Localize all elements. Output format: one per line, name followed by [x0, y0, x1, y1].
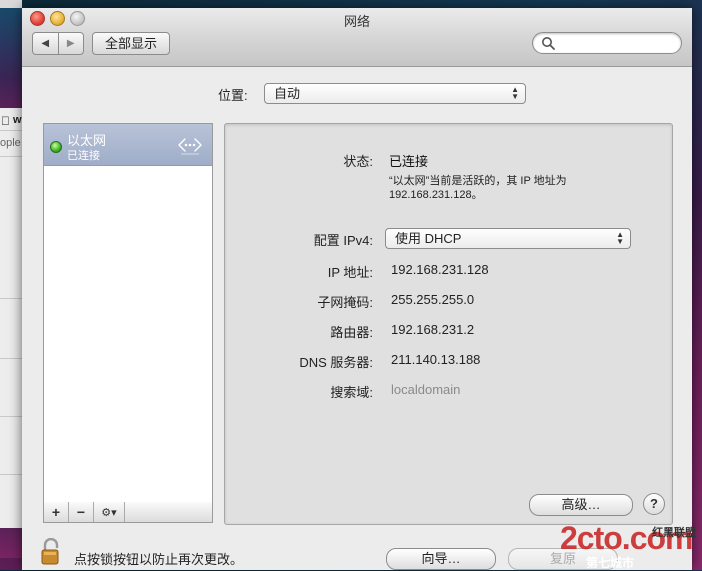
search-field[interactable]	[532, 32, 682, 54]
back-button[interactable]: ◀	[33, 33, 58, 54]
gear-icon: ⚙▾	[101, 506, 117, 519]
status-label: 状态:	[343, 154, 373, 169]
background-row:  w	[1, 114, 22, 128]
network-preferences-window: 网络 ◀ ▶ 全部显示 位置: 自动 ▲ ▼ 以太网 已连接 + − ⚙▾ 状态…	[22, 8, 692, 570]
subnet-mask-value: 255.255.255.0	[391, 292, 475, 307]
background-divider	[0, 298, 22, 299]
status-indicator-icon	[50, 141, 62, 153]
ethernet-icon	[178, 138, 202, 155]
updown-arrows-icon: ▲ ▼	[616, 230, 624, 246]
background-divider	[0, 130, 22, 131]
location-value: 自动	[274, 86, 301, 101]
updown-arrows-icon: ▲ ▼	[511, 85, 519, 101]
configure-ipv4-select[interactable]: 使用 DHCP ▲ ▼	[385, 228, 631, 249]
search-icon	[542, 37, 555, 50]
status-description: “以太网”当前是活跃的，其 IP 地址为 192.168.231.128。	[389, 175, 567, 201]
help-button[interactable]: ?	[643, 493, 665, 515]
service-list[interactable]: 以太网 已连接	[43, 123, 213, 504]
window-title: 网络	[343, 14, 370, 29]
background-window-body	[0, 108, 23, 528]
background-window:  w ople	[0, 0, 23, 570]
router-label: 路由器:	[330, 325, 373, 340]
service-item-ethernet[interactable]: 以太网 已连接	[44, 124, 212, 166]
search-domain-label: 搜索域:	[330, 385, 373, 400]
lock-message: 点按锁按钮以防止再次更改。	[74, 552, 244, 567]
background-desktop	[0, 8, 22, 108]
status-value: 已连接	[389, 154, 429, 169]
lock-icon[interactable]	[40, 538, 62, 566]
background-titlebar	[0, 0, 22, 8]
background-divider	[0, 156, 22, 157]
background-desktop	[0, 528, 22, 558]
service-status: 已连接	[67, 150, 100, 162]
router-value: 192.168.231.2	[391, 322, 475, 337]
location-label: 位置:	[218, 88, 248, 103]
subnet-mask-label: 子网掩码:	[317, 295, 373, 310]
background-row: ople	[0, 137, 21, 149]
background-divider	[0, 358, 22, 359]
dns-server-label: DNS 服务器:	[299, 355, 373, 370]
location-select[interactable]: 自动 ▲ ▼	[264, 83, 526, 104]
service-list-toolbar: + − ⚙▾	[43, 502, 213, 523]
service-detail-panel: 状态: 已连接 “以太网”当前是活跃的，其 IP 地址为 192.168.231…	[224, 123, 673, 525]
titlebar: 网络 ◀ ▶ 全部显示	[22, 8, 692, 67]
dns-server-value: 211.140.13.188	[391, 352, 481, 367]
search-domain-value: localdomain	[391, 382, 461, 397]
advanced-button[interactable]: 高级…	[529, 494, 633, 516]
ip-address-label: IP 地址:	[327, 265, 373, 280]
nav-button-group: ◀ ▶	[32, 32, 84, 55]
remove-service-button[interactable]: −	[69, 502, 94, 522]
assist-me-button[interactable]: 向导…	[386, 548, 496, 570]
configure-ipv4-label: 配置 IPv4:	[313, 233, 373, 248]
add-service-button[interactable]: +	[44, 502, 69, 522]
watermark-logo: 2cto.com 红黑联盟 第七城市	[560, 520, 696, 570]
gear-menu-button[interactable]: ⚙▾	[94, 502, 125, 522]
configure-ipv4-value: 使用 DHCP	[395, 231, 462, 246]
show-all-button[interactable]: 全部显示	[92, 32, 170, 55]
forward-arrow-icon: ▶	[66, 38, 75, 49]
background-divider	[0, 474, 22, 475]
ip-address-value: 192.168.231.128	[391, 262, 489, 277]
forward-button[interactable]: ▶	[57, 33, 84, 54]
back-arrow-icon: ◀	[41, 38, 50, 49]
background-divider	[0, 416, 22, 417]
